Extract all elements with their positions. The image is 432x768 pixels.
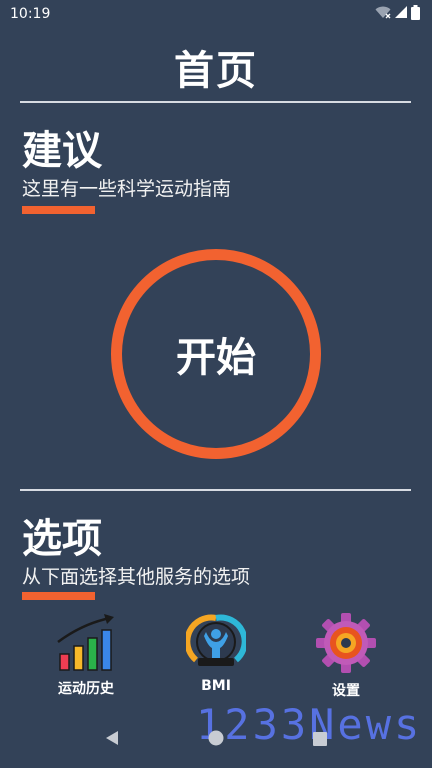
suggestion-subtitle: 这里有一些科学运动指南 — [22, 178, 232, 200]
suggestion-accent-bar — [22, 206, 95, 214]
back-button[interactable] — [102, 730, 122, 750]
suggestion-title: 建议 — [22, 128, 102, 174]
nav-bar — [0, 712, 432, 768]
settings-option-button[interactable]: 设置 — [286, 612, 406, 699]
gear-icon — [315, 612, 377, 674]
start-button-label: 开始 — [176, 335, 256, 381]
options-divider — [20, 489, 411, 491]
wifi-icon — [375, 6, 391, 23]
bmi-option-label: BMI — [201, 678, 231, 694]
battery-icon — [411, 4, 420, 24]
bar-chart-icon — [54, 612, 118, 672]
settings-option-label: 设置 — [332, 683, 360, 699]
page-title: 首页 — [174, 48, 258, 94]
status-icons — [375, 4, 420, 24]
signal-icon — [394, 5, 408, 23]
start-button[interactable]: 开始 — [111, 249, 321, 459]
history-option-label: 运动历史 — [58, 681, 114, 697]
recents-icon — [313, 731, 327, 750]
back-icon — [105, 730, 119, 750]
options-accent-bar — [22, 592, 95, 600]
status-bar: 10:19 — [0, 0, 432, 28]
status-time: 10:19 — [10, 6, 51, 22]
home-button[interactable] — [206, 730, 226, 750]
header-divider — [20, 101, 411, 103]
recents-button[interactable] — [310, 730, 330, 750]
history-option-button[interactable]: 运动历史 — [26, 612, 146, 698]
options-title: 选项 — [22, 516, 102, 562]
bmi-option-button[interactable]: BMI — [156, 612, 276, 698]
bmi-gauge-icon — [186, 612, 246, 672]
options-subtitle: 从下面选择其他服务的选项 — [22, 566, 251, 588]
home-icon — [208, 730, 224, 750]
